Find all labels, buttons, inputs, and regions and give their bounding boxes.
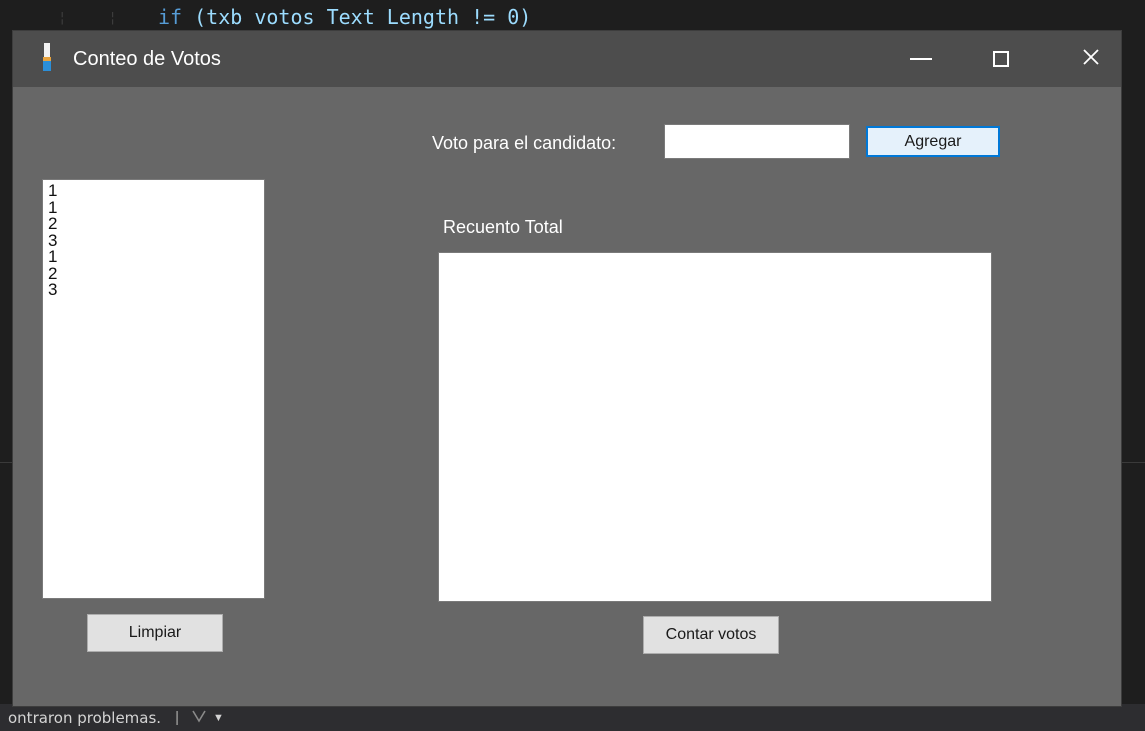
list-item[interactable]: 1 (48, 182, 264, 200)
total-count-textbox[interactable] (438, 252, 992, 602)
close-button[interactable] (1051, 31, 1131, 87)
list-item[interactable]: 3 (48, 232, 264, 250)
clear-button[interactable]: Limpiar (87, 614, 223, 652)
code-line-text: if (txb votos Text Length != 0) (158, 7, 531, 27)
vote-input[interactable] (664, 124, 850, 159)
list-item[interactable]: 1 (48, 248, 264, 266)
indent-guides: ¦¦ (58, 10, 159, 26)
code-editor-line: ¦¦ if (txb votos Text Length != 0) (0, 0, 1145, 30)
votes-listbox[interactable]: 1123123 (42, 179, 265, 599)
total-count-label: Recuento Total (443, 217, 563, 237)
window-title: Conteo de Votos (73, 48, 221, 70)
maximize-icon (993, 51, 1009, 67)
ide-status-bar: ontraron problemas. | ▼ (0, 704, 1145, 731)
list-item[interactable]: 2 (48, 215, 264, 233)
vote-label: Voto para el candidato: (432, 133, 617, 153)
problems-status-text: ontraron problemas. (8, 708, 162, 727)
filter-icon[interactable] (191, 709, 207, 726)
status-separator: | (175, 709, 179, 726)
add-button[interactable]: Agregar (866, 126, 1000, 157)
list-item[interactable]: 3 (48, 281, 264, 299)
list-item[interactable]: 2 (48, 265, 264, 283)
dropdown-caret-icon[interactable]: ▼ (213, 712, 224, 724)
list-item[interactable]: 1 (48, 199, 264, 217)
maximize-button[interactable] (961, 31, 1041, 87)
code-keyword: if (158, 5, 183, 29)
count-votes-button[interactable]: Contar votos (643, 616, 779, 654)
title-bar[interactable]: Conteo de Votos (13, 31, 1121, 87)
app-icon (41, 43, 53, 73)
minimize-button[interactable] (881, 31, 961, 87)
close-icon (1082, 48, 1100, 71)
code-expression: (txb votos Text Length != 0) (182, 5, 532, 29)
app-window: Conteo de Votos 1123123 Limpiar Voto par… (12, 30, 1122, 707)
minimize-icon (910, 58, 932, 60)
